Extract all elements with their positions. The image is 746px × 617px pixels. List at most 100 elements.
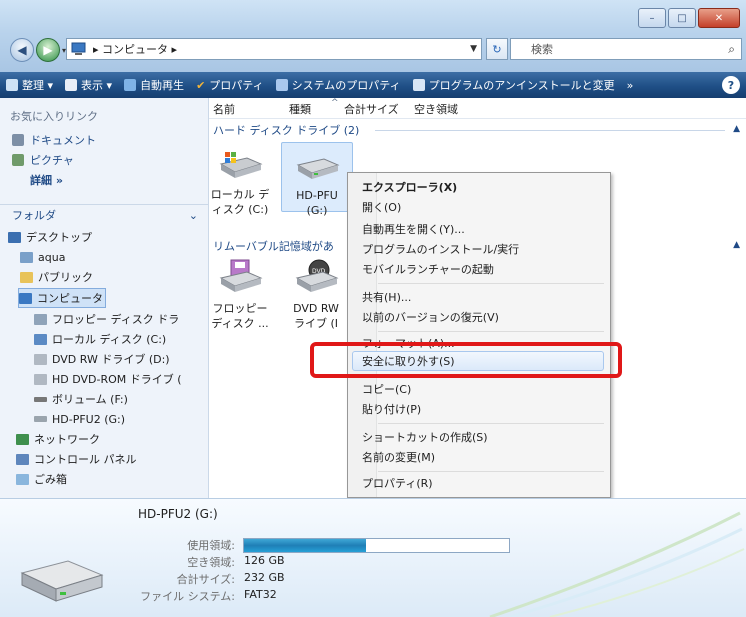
control-panel-icon — [16, 453, 29, 465]
back-arrow-icon[interactable]: ◀ — [10, 38, 34, 62]
window-controls: – □ ✕ — [636, 8, 740, 28]
uninstall-icon — [412, 79, 425, 91]
menu-item-install-run[interactable]: プログラムのインストール/実行 — [362, 239, 519, 259]
hdd-windows-icon — [219, 152, 263, 178]
drive-hd-pfu2[interactable]: HD-PFU (G:) — [281, 142, 353, 217]
tree-label: DVD RW ドライブ (D:) — [52, 353, 170, 366]
dvd-icon — [34, 353, 47, 365]
drive-dvd-rw[interactable]: DVD DVD RW ライブ (I — [281, 258, 351, 331]
file-system-label: ファイル システム: — [140, 590, 235, 603]
tree-item-local-disk-c[interactable]: ローカル ディスク (C:) — [34, 330, 166, 348]
menu-item-copy[interactable]: コピー(C) — [362, 379, 411, 399]
details-pane: HD-PFU2 (G:) 使用領域: 空き領域: 126 GB 合計サイズ: 2… — [0, 498, 746, 617]
favorite-pictures[interactable]: ピクチャ — [12, 152, 74, 168]
menu-item-open[interactable]: 開く(O) — [362, 197, 401, 217]
favorite-documents[interactable]: ドキュメント — [12, 132, 96, 148]
tree-item-public[interactable]: パブリック — [20, 268, 93, 286]
tree-item-floppy[interactable]: フロッピー ディスク ドラ — [34, 310, 179, 328]
tree-item-recycle-bin[interactable]: ごみ箱 — [16, 470, 67, 488]
menu-separator — [378, 283, 604, 284]
organize-label: 整理 ▾ — [22, 79, 54, 92]
column-name[interactable]: 名前 — [213, 101, 235, 117]
view-icon — [65, 79, 78, 91]
drive-local-c[interactable]: ローカル ディスク (C:) — [205, 150, 275, 217]
menu-item-restore-previous[interactable]: 以前のバージョンの復元(V) — [362, 307, 499, 327]
pictures-icon — [12, 154, 24, 166]
tree-item-network[interactable]: ネットワーク — [16, 430, 100, 448]
column-type[interactable]: 種類 — [289, 101, 311, 117]
search-icon[interactable]: ⌕ — [728, 42, 735, 57]
search-input[interactable]: 検索 ⌕ — [510, 38, 742, 60]
tree-label: ローカル ディスク (C:) — [52, 333, 167, 346]
help-icon[interactable]: ? — [722, 76, 740, 94]
menu-item-create-shortcut[interactable]: ショートカットの作成(S) — [362, 427, 488, 447]
computer-icon — [71, 42, 86, 55]
tree-item-aqua[interactable]: aqua — [20, 248, 65, 266]
view-button[interactable]: 表示 ▾ — [59, 77, 118, 93]
menu-item-open-autoplay[interactable]: 自動再生を開く(Y)... — [362, 219, 465, 239]
tree-label: コントロール パネル — [34, 453, 137, 466]
total-size-label: 合計サイズ: — [176, 573, 235, 586]
collapse-caret-icon[interactable]: ▲ — [733, 240, 740, 250]
group-hard-disks[interactable]: ハード ディスク ドライブ (2) — [213, 122, 359, 138]
refresh-button[interactable]: ↻ — [486, 38, 508, 60]
forward-arrow-icon[interactable]: ▶ — [36, 38, 60, 62]
tree-item-hd-pfu2-g[interactable]: HD-PFU2 (G:) — [34, 410, 125, 428]
search-placeholder: 検索 — [531, 43, 553, 56]
drive-icon — [34, 416, 47, 422]
menu-item-rename[interactable]: 名前の変更(M) — [362, 447, 435, 467]
drive-floppy[interactable]: フロッピー ディスク ... — [205, 258, 275, 331]
tree-label: フロッピー ディスク ドラ — [52, 313, 180, 326]
hdd-icon — [296, 158, 340, 179]
tree-label: aqua — [38, 250, 66, 264]
maximize-button[interactable]: □ — [668, 8, 696, 28]
context-menu: エクスプローラ(X) 開く(O) 自動再生を開く(Y)... プログラムのインス… — [347, 172, 611, 498]
menu-item-explorer[interactable]: エクスプローラ(X) — [362, 177, 457, 197]
menu-item-mobile-launcher[interactable]: モバイルランチャーの起動 — [362, 259, 494, 279]
properties-label: プロパティ — [209, 79, 264, 92]
tree-item-computer[interactable]: コンピュータ — [18, 288, 106, 308]
menu-separator — [378, 331, 604, 332]
tree-item-volume-f[interactable]: ボリューム (F:) — [34, 390, 128, 408]
menu-item-share[interactable]: 共有(H)... — [362, 287, 411, 307]
group-removable-label: リムーバブル記憶域があ — [213, 240, 334, 253]
sort-caret-icon: ^ — [331, 98, 339, 108]
tree-item-dvd-rw-d[interactable]: DVD RW ドライブ (D:) — [34, 350, 170, 368]
free-space-value: 126 GB — [244, 554, 285, 567]
collapse-caret-icon[interactable]: ▲ — [733, 124, 740, 134]
more-commands-button[interactable]: » — [621, 79, 640, 92]
decorative-swoosh — [489, 511, 745, 617]
column-total-size[interactable]: 合計サイズ — [344, 101, 399, 117]
tree-item-desktop[interactable]: デスクトップ — [8, 228, 92, 246]
address-breadcrumb[interactable]: ▸ コンピュータ ▸ — [93, 41, 177, 57]
favorites-more-link[interactable]: 詳細 » — [30, 172, 63, 188]
command-toolbar: 整理 ▾ 表示 ▾ 自動再生 ✔ プロパティ システムのプロパティ プログラムのア… — [0, 72, 746, 98]
system-properties-button[interactable]: システムのプロパティ — [270, 77, 407, 93]
menu-item-paste[interactable]: 貼り付け(P) — [362, 399, 421, 419]
properties-button[interactable]: ✔ プロパティ — [190, 77, 270, 93]
tree-label: HD DVD-ROM ドライブ ( — [52, 373, 182, 386]
computer-icon — [19, 292, 32, 304]
uninstall-button[interactable]: プログラムのアンインストールと変更 — [407, 77, 621, 93]
autoplay-icon — [124, 79, 137, 91]
favorite-documents-label: ドキュメント — [30, 134, 96, 147]
dvd-icon — [34, 373, 47, 385]
used-space-label: 使用領域: — [187, 539, 235, 552]
close-button[interactable]: ✕ — [698, 8, 740, 28]
folders-header[interactable]: フォルダ ⌄ — [0, 204, 208, 225]
hdd-large-icon — [20, 560, 104, 602]
menu-item-properties[interactable]: プロパティ(R) — [362, 473, 433, 493]
organize-icon — [6, 79, 18, 91]
group-removable[interactable]: リムーバブル記憶域があ — [213, 238, 334, 254]
tree-item-control-panel[interactable]: コントロール パネル — [16, 450, 137, 468]
favorites-title: お気に入りリンク — [10, 110, 98, 123]
minimize-button[interactable]: – — [638, 8, 666, 28]
address-dropdown-icon[interactable]: ▼ — [470, 44, 477, 54]
organize-button[interactable]: 整理 ▾ — [0, 77, 59, 93]
address-bar[interactable]: ▸ コンピュータ ▸ ▼ — [66, 38, 482, 60]
autoplay-button[interactable]: 自動再生 — [118, 77, 190, 93]
file-system-value: FAT32 — [244, 588, 277, 601]
column-free-space[interactable]: 空き領域 — [414, 101, 458, 117]
tree-item-hd-dvd-rom[interactable]: HD DVD-ROM ドライブ ( — [34, 370, 182, 388]
favorite-pictures-label: ピクチャ — [30, 154, 74, 167]
